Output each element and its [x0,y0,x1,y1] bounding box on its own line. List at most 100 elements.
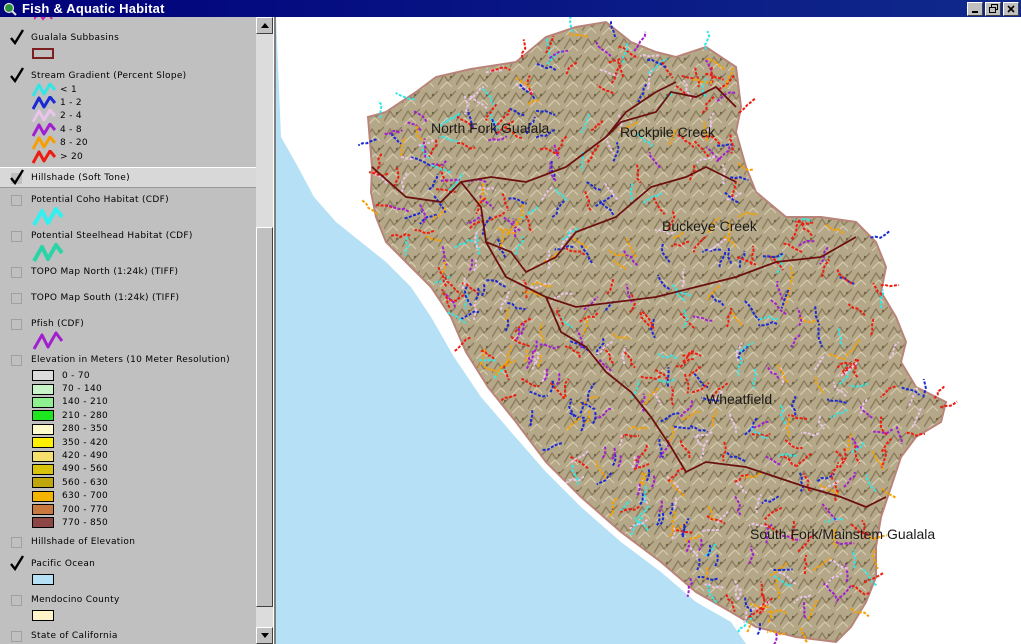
layer-visibility-checkbox[interactable] [11,292,22,304]
layer-visibility-checkbox[interactable] [11,536,22,548]
layer-name: Gualala Subbasins [31,33,120,43]
subbasin-label: Rockpile Creek [620,124,715,140]
elevation-color-swatch [32,423,54,435]
previous-layer-line-symbol [34,17,53,21]
layer-visibility-checkbox[interactable] [11,318,22,330]
legend-class-label: 420 - 490 [62,451,109,462]
window-title: Fish & Aquatic Habitat [22,1,165,16]
layer-topo-map-north[interactable]: TOPO Map North (1:24k) (TIFF) [0,265,256,279]
layer-name: Stream Gradient (Percent Slope) [31,71,187,81]
gradient-line-symbol [32,136,56,150]
gradient-line-symbol [32,149,56,164]
layer-name: State of California [31,631,118,641]
layer-name: Elevation in Meters (10 Meter Resolution… [31,355,230,365]
elevation-color-swatch [32,450,54,462]
legend-class-label: > 20 [60,151,84,162]
stream-segment [870,229,891,239]
polygon-outline-swatch [32,48,54,60]
layer-visibility-checkbox[interactable] [10,554,24,571]
layer-stream-gradient[interactable]: Stream Gradient (Percent Slope) < 1 1 - 2… [0,66,256,164]
layer-visibility-checkbox[interactable] [11,194,22,206]
subbasin-label: North Fork Gualala [431,120,550,136]
map-canvas[interactable] [276,17,1021,644]
legend-class-row: 2 - 4 [0,109,256,124]
elevation-color-swatch [32,396,54,408]
county-fill-swatch [32,610,54,622]
legend-class-row: 560 - 630 [0,476,256,489]
legend-class-row: < 1 [0,82,256,97]
layer-visibility-checkbox[interactable] [11,630,22,642]
legend-class-row: 700 - 770 [0,503,256,516]
line-symbol [0,207,256,229]
subbasin-label: South Fork/Mainstem Gualala [750,526,936,542]
elevation-color-swatch [32,490,54,502]
legend-class-row: 490 - 560 [0,463,256,476]
window-title-bar[interactable]: Fish & Aquatic Habitat [0,0,1021,17]
layer-name: Pacific Ocean [31,559,96,569]
minimize-button[interactable] [967,1,983,16]
layer-elevation[interactable]: Elevation in Meters (10 Meter Resolution… [0,353,256,530]
elevation-color-swatch [32,437,54,449]
layer-visibility-checkbox[interactable] [11,266,22,278]
layer-topo-map-south[interactable]: TOPO Map South (1:24k) (TIFF) [0,291,256,305]
layer-hillshade-of-elevation[interactable]: Hillshade of Elevation [0,535,256,549]
legend-class-row: 770 - 850 [0,516,256,529]
minimize-icon [972,10,978,13]
gradient-line-symbol [32,122,56,137]
layer-pacific-ocean[interactable]: Pacific Ocean [0,554,256,586]
legend-class-label: 770 - 850 [62,517,109,528]
subbasin-label: Wheatfield [706,391,773,407]
legend-class-label: 140 - 210 [62,397,109,408]
layer-name: Potential Steelhead Habitat (CDF) [31,231,193,241]
restore-button[interactable] [985,1,1001,16]
legend-class-label: 210 - 280 [62,410,109,421]
layer-visibility-checkbox[interactable] [11,594,22,606]
layer-name: Hillshade of Elevation [31,537,136,547]
layer-visibility-checkbox[interactable] [11,354,22,366]
gradient-line-symbol [32,82,56,97]
legend-class-row: 210 - 280 [0,409,256,422]
layer-hillshade-soft-tone[interactable]: Hillshade (Soft Tone) [0,167,256,188]
legend-class-label: 350 - 420 [62,437,109,448]
line-symbol [0,243,256,265]
legend-class-row: 4 - 8 [0,122,256,137]
restore-icon [988,4,998,13]
elevation-color-swatch [32,504,54,516]
layer-name: TOPO Map North (1:24k) (TIFF) [31,267,179,277]
elevation-color-swatch [32,410,54,422]
layer-pfish[interactable]: Pfish (CDF) [0,317,256,353]
elevation-color-swatch [32,383,54,395]
scroll-down-button[interactable] [256,627,273,644]
stream-segment [773,568,793,571]
layer-visibility-checkbox[interactable] [10,66,24,83]
stream-segment [933,384,946,399]
legend-class-label: 700 - 770 [62,504,109,515]
legend-class-row: 280 - 350 [0,423,256,436]
elevation-color-swatch [32,477,54,489]
toc-vertical-scrollbar[interactable] [256,17,273,644]
scroll-thumb[interactable] [256,227,273,607]
legend-class-row: 630 - 700 [0,490,256,503]
gradient-line-symbol [32,96,56,110]
gradient-line-symbol [32,109,56,124]
magnifier-globe-icon [2,1,18,17]
legend-class-label: 1 - 2 [60,98,82,109]
scroll-up-button[interactable] [256,17,273,34]
layer-state-of-california[interactable]: State of California [0,629,256,643]
layer-potential-steelhead-habitat[interactable]: Potential Steelhead Habitat (CDF) [0,229,256,265]
map-display[interactable]: North Fork Gualala Rockpile Creek Buckey… [276,17,1021,644]
legend-class-label: 8 - 20 [60,138,88,149]
layer-potential-coho-habitat[interactable]: Potential Coho Habitat (CDF) [0,193,256,229]
close-icon [1007,4,1015,13]
elevation-color-swatch [32,463,54,475]
layer-visibility-checkbox[interactable] [10,28,24,45]
legend-class-label: 560 - 630 [62,477,109,488]
layer-gualala-subbasins[interactable]: Gualala Subbasins [0,28,256,60]
layer-visibility-checkbox[interactable] [11,230,22,242]
close-button[interactable] [1003,1,1019,16]
subbasin-label: Buckeye Creek [662,218,757,234]
layer-visibility-checkbox[interactable] [10,168,24,185]
legend-class-label: 630 - 700 [62,491,109,502]
legend-class-label: 2 - 4 [60,111,82,122]
layer-mendocino-county[interactable]: Mendocino County [0,593,256,622]
